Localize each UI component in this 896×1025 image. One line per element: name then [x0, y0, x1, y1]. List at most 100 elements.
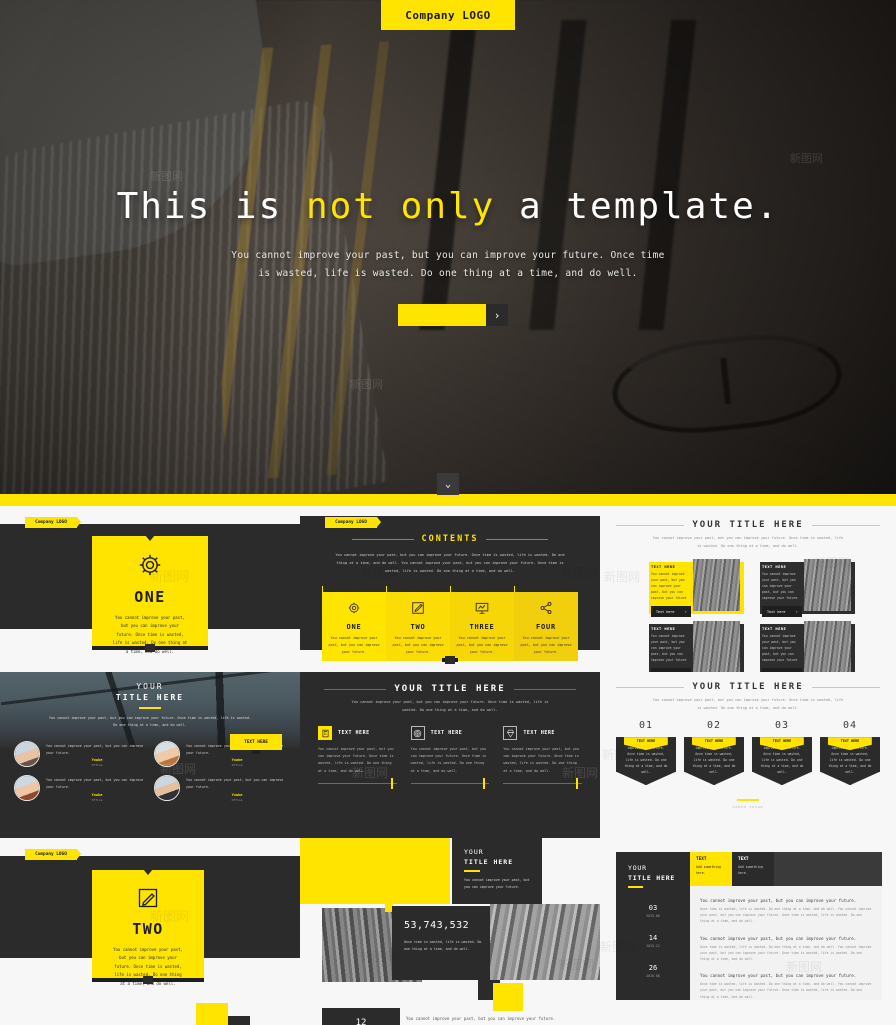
contents-card-text: You cannot improve your past, but you ca… — [456, 636, 508, 654]
monitor-icon — [455, 600, 509, 619]
mini-card[interactable]: TEXT HERE You cannot improve your past, … — [645, 559, 744, 618]
member-name-block: Youke Office — [46, 793, 148, 802]
timeline-day: 26 — [648, 963, 658, 972]
gear-icon — [327, 600, 381, 619]
member-info: You cannot improve your past, but you ca… — [186, 775, 288, 801]
collage-bottom-number: 12 — [355, 1018, 367, 1025]
badge-item[interactable]: 03 You cannot improve your past, but you… — [752, 720, 812, 786]
collage-bottom-number-block: 12 — [322, 1008, 400, 1025]
slide-two-title: TWO — [132, 920, 164, 938]
team-subtitle: You cannot improve your past, but you ca… — [48, 716, 252, 728]
card-photo — [803, 621, 851, 672]
timeline-title-line2: TITLE HERE — [628, 874, 676, 882]
contents-card-one[interactable]: ONE You cannot improve your past, but yo… — [322, 585, 386, 662]
slide-team[interactable]: YOUR TITLE HERE You cannot improve your … — [0, 672, 300, 838]
member-name: Youke — [231, 792, 243, 797]
collage-stat-text: Once time is wasted, life is wasted. Do … — [404, 940, 482, 952]
slide-one[interactable]: Company LOGO ONE You cannot improve your… — [0, 506, 300, 672]
avatar — [14, 741, 40, 768]
card-inner: TEXT HERE You cannot improve your past, … — [756, 621, 851, 672]
badge-wrap: You cannot improve your past, but you ca… — [616, 737, 676, 786]
mini-card[interactable]: TEXT HERE You cannot improve your past, … — [756, 621, 855, 672]
mini-company-logo: Company LOGO — [325, 517, 381, 528]
card-text: You cannot improve your past, but you ca… — [651, 634, 687, 662]
card-inner: TEXT HERE You cannot improve your past, … — [645, 621, 740, 672]
slide-three-columns[interactable]: YOUR TITLE HERE You cannot improve your … — [300, 672, 600, 838]
hero-subtitle-line1: You cannot improve your past, but you ca… — [231, 250, 665, 261]
team-cta-button[interactable]: TEXT HERE — [230, 734, 282, 754]
badge-wrap: You cannot improve your past, but you ca… — [820, 737, 880, 786]
scroll-down-icon[interactable]: ⌄ — [437, 473, 459, 495]
timeline-entry: You cannot improve your past, but you ca… — [700, 898, 872, 925]
badge-number: 01 — [638, 720, 654, 732]
badge-item[interactable]: 04 You cannot improve your past, but you… — [820, 720, 880, 786]
card-button-label: Text here — [767, 609, 786, 614]
avatar — [14, 775, 40, 802]
card-button[interactable]: Text here › — [762, 606, 802, 618]
member-name: Youke — [231, 758, 243, 763]
team-title-line2: TITLE HERE — [115, 693, 185, 702]
badge-item[interactable]: 02 You cannot improve your past, but you… — [684, 720, 744, 786]
card-text-col: TEXT HERE You cannot improve your past, … — [756, 621, 804, 672]
card-text-col: TEXT HERE You cannot improve your past, … — [645, 559, 693, 611]
rule-right — [513, 688, 576, 690]
edit-icon — [391, 600, 445, 619]
decor-square-dark — [228, 1016, 250, 1025]
card-photo — [803, 559, 851, 612]
column-item[interactable]: TEXT HERE You cannot improve your past, … — [410, 726, 490, 789]
avatar — [154, 775, 180, 802]
timeline-tab-filler — [774, 852, 882, 886]
cards4-grid: TEXT HERE You cannot improve your past, … — [600, 559, 896, 672]
team-member[interactable]: You cannot improve your past, but you ca… — [14, 741, 148, 767]
mini-card[interactable]: TEXT HERE You cannot improve your past, … — [645, 621, 744, 672]
contents-card-four[interactable]: FOUR You cannot improve your past, but y… — [514, 585, 578, 662]
mini-card[interactable]: TEXT HERE You cannot improve your past, … — [756, 559, 855, 618]
chevron-right-icon[interactable]: › — [486, 304, 508, 327]
team-title-line1: YOUR — [136, 682, 164, 691]
slide-collage[interactable]: YOUR TITLE HERE You cannot improve your … — [300, 838, 600, 1025]
column-text: You cannot improve your past, but you ca… — [503, 747, 579, 773]
three-cols-grid: TEXT HERE You cannot improve your past, … — [300, 726, 600, 789]
company-logo-button[interactable]: Company LOGO — [381, 0, 515, 30]
timeline-month: 2016-08 — [646, 973, 660, 978]
badge-ribbon-label: TEXT HERE — [840, 739, 860, 744]
contents-card-three[interactable]: THREE You cannot improve your past, but … — [450, 585, 514, 662]
collage-underline — [464, 870, 480, 872]
timeline-tab-label: TEXT — [738, 857, 749, 862]
slide-timeline[interactable]: YOUR TITLE HERE 03 2015-06 14 2015-12 26… — [600, 838, 896, 1025]
column-heading: TEXT HERE — [338, 730, 370, 737]
rule-left — [616, 524, 685, 526]
slide-contents[interactable]: Company LOGO CONTENTS You cannot improve… — [300, 506, 600, 672]
slide-two[interactable]: Company LOGO TWO You cannot improve your… — [0, 838, 300, 1025]
slide-cards4[interactable]: YOUR TITLE HERE You cannot improve your … — [600, 506, 896, 672]
column-item[interactable]: TEXT HERE You cannot improve your past, … — [503, 726, 582, 789]
contents-card-text: You cannot improve your past, but you ca… — [392, 636, 444, 654]
card-button[interactable]: Text here › — [651, 606, 691, 618]
decor-square-yellow — [493, 983, 523, 1011]
contents-card-text: You cannot improve your past, but you ca… — [520, 636, 572, 654]
collage-stat-block: 53,743,532 Once time is wasted, life is … — [392, 906, 492, 980]
timeline-dates: 03 2015-06 14 2015-12 26 2016-08 — [628, 904, 690, 978]
team-member[interactable]: You cannot improve your past, but you ca… — [154, 775, 288, 802]
collage-title-line2: TITLE HERE — [464, 858, 514, 866]
rule-left — [616, 686, 685, 688]
collage-text: You cannot improve your past, but you ca… — [464, 877, 530, 889]
badge-item[interactable]: 01 You cannot improve your past, but you… — [616, 720, 676, 786]
diamond-icon — [503, 726, 518, 741]
slide-badges[interactable]: YOUR TITLE HERE You cannot improve your … — [600, 672, 896, 838]
hero-cta-button[interactable]: › — [398, 304, 508, 327]
timeline-tab-2[interactable]: TEXT Add something here. — [732, 852, 774, 886]
card-photo — [692, 559, 740, 612]
hero-title-highlight: not only — [305, 186, 496, 227]
contents-body: You cannot improve your past, but you ca… — [335, 553, 565, 573]
column-item[interactable]: TEXT HERE You cannot improve your past, … — [318, 726, 397, 789]
timeline-tab-1[interactable]: TEXT Add something here. — [690, 852, 732, 886]
team-member[interactable]: You cannot improve your past, but you ca… — [14, 775, 148, 802]
contents-card-two[interactable]: TWO You cannot improve your past, but yo… — [386, 585, 450, 662]
timeline-title-line1: YOUR — [628, 864, 647, 872]
mini-company-logo: Company LOGO — [25, 517, 81, 528]
timeline-box: YOUR TITLE HERE 03 2015-06 14 2015-12 26… — [616, 852, 882, 1000]
column-rule — [410, 777, 490, 789]
badge-number: 04 — [842, 720, 858, 732]
hero-subtitle-line2: is wasted, life is wasted. Do one thing … — [258, 267, 638, 279]
